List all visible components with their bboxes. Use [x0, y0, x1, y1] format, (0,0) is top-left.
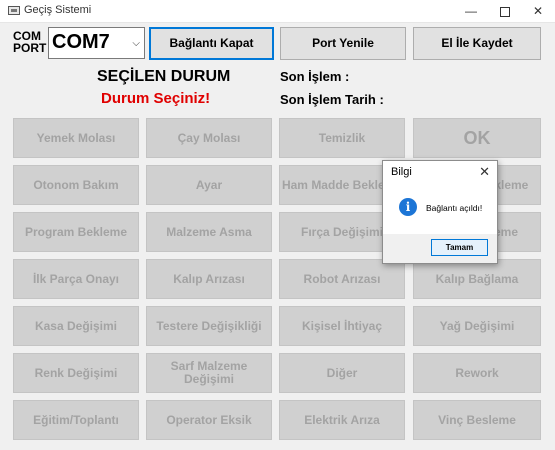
- status-button-crane-feed[interactable]: Vinç Besleme: [413, 400, 541, 440]
- status-button-personal-need[interactable]: Kişisel İhtiyaç: [279, 306, 405, 346]
- dialog-close-icon[interactable]: ✕: [479, 164, 490, 180]
- status-button-robot-failure[interactable]: Robot Arızası: [279, 259, 405, 299]
- maximize-icon: [500, 6, 510, 17]
- window-title: Geçiş Sistemi: [24, 4, 92, 16]
- status-button-meal-break[interactable]: Yemek Molası: [13, 118, 139, 158]
- manual-save-button[interactable]: El İle Kaydet: [413, 27, 541, 60]
- last-operation-date-label: Son İşlem Tarih :: [280, 92, 384, 107]
- status-button-color-change[interactable]: Renk Değişimi: [13, 353, 139, 393]
- dialog-footer: Tamam: [383, 234, 497, 263]
- status-button-program-wait[interactable]: Program Bekleme: [13, 212, 139, 252]
- status-button-setup[interactable]: Ayar: [146, 165, 272, 205]
- status-button-electrical-failure[interactable]: Elektrik Arıza: [279, 400, 405, 440]
- com-port-label: COM PORT: [13, 29, 47, 55]
- dialog-title: Bilgi: [391, 166, 412, 178]
- selected-status-title: SEÇİLEN DURUM: [97, 68, 231, 85]
- status-button-saw-change[interactable]: Testere Değişikliği: [146, 306, 272, 346]
- info-dialog: Bilgi ✕ i Bağlantı açıldı! Tamam: [382, 160, 498, 264]
- connect-close-button[interactable]: Bağlantı Kapat: [149, 27, 274, 60]
- status-button-case-change[interactable]: Kasa Değişimi: [13, 306, 139, 346]
- status-button-training-meeting[interactable]: Eğitim/Toplantı: [13, 400, 139, 440]
- status-button-consumable-change[interactable]: Sarf Malzeme Değişimi: [146, 353, 272, 393]
- status-button-other[interactable]: Diğer: [279, 353, 405, 393]
- com-port-select[interactable]: COM7 ⌵: [48, 27, 145, 59]
- status-button-mold-failure[interactable]: Kalıp Arızası: [146, 259, 272, 299]
- dialog-message: Bağlantı açıldı!: [426, 203, 483, 213]
- status-button-mold-attach[interactable]: Kalıp Bağlama: [413, 259, 541, 299]
- status-button-rework[interactable]: Rework: [413, 353, 541, 393]
- app-icon: [8, 6, 20, 15]
- title-bar: Geçiş Sistemi — ✕: [0, 0, 555, 23]
- status-button-oil-change[interactable]: Yağ Değişimi: [413, 306, 541, 346]
- info-icon: i: [399, 198, 417, 216]
- port-refresh-button[interactable]: Port Yenile: [280, 27, 406, 60]
- last-operation-label: Son İşlem :: [280, 69, 350, 84]
- status-button-cleaning[interactable]: Temizlik: [279, 118, 405, 158]
- com-port-value: COM7: [52, 31, 110, 53]
- status-button-operator-missing[interactable]: Operator Eksik: [146, 400, 272, 440]
- maximize-button[interactable]: [488, 0, 522, 22]
- dialog-ok-button[interactable]: Tamam: [431, 239, 488, 256]
- status-button-material-hang[interactable]: Malzeme Asma: [146, 212, 272, 252]
- close-button[interactable]: ✕: [521, 0, 555, 22]
- ok-button[interactable]: OK: [413, 118, 541, 158]
- chevron-down-icon[interactable]: ⌵: [132, 38, 140, 49]
- status-button-tea-break[interactable]: Çay Molası: [146, 118, 272, 158]
- status-button-autonomous-maintenance[interactable]: Otonom Bakım: [13, 165, 139, 205]
- status-button-first-part-approval[interactable]: İlk Parça Onayı: [13, 259, 139, 299]
- selected-status-value: Durum Seçiniz!: [101, 90, 211, 107]
- minimize-button[interactable]: —: [454, 0, 488, 22]
